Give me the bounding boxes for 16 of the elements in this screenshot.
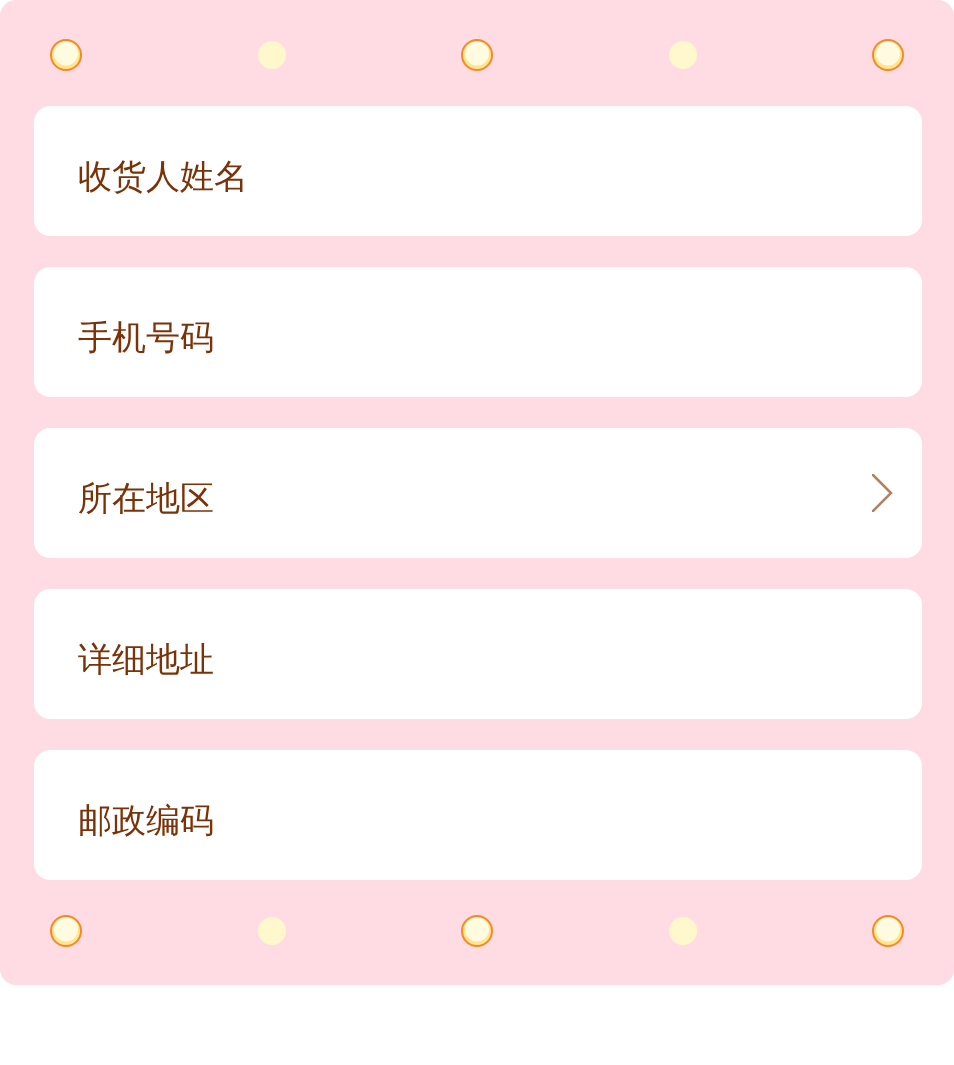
dot-icon [50,39,82,71]
dot-icon [257,41,286,69]
dot-icon [50,915,82,947]
input-field[interactable]: 收货人姓名 [34,106,922,236]
dot-icon [257,917,286,945]
input-field[interactable]: 手机号码 [34,267,922,397]
dot-icon [461,915,493,947]
input-field[interactable]: 邮政编码 [34,750,922,880]
input-field[interactable]: 详细地址 [34,589,922,719]
dot-icon [461,39,493,71]
select-field[interactable]: 所在地区 [34,428,922,558]
chevron-right-icon [872,474,894,512]
dot-icon [668,917,697,945]
dot-icon [872,915,904,947]
dot-icon [668,41,697,69]
dot-icon [872,39,904,71]
